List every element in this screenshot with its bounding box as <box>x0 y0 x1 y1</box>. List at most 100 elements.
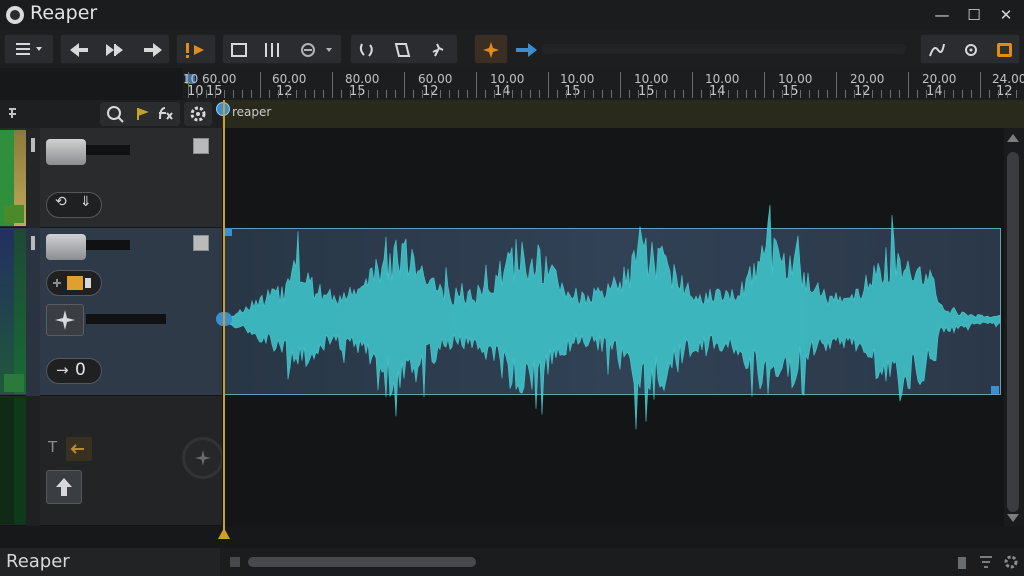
track-2-volume-knob[interactable] <box>46 234 86 260</box>
zoom-icon[interactable] <box>104 104 126 124</box>
settings-icon[interactable] <box>1002 553 1020 571</box>
track-2-meter <box>14 230 26 394</box>
ruler-tick <box>539 90 540 98</box>
playhead-line[interactable] <box>223 100 225 532</box>
window-title: Reaper <box>30 2 98 24</box>
fx-icon[interactable] <box>155 104 175 124</box>
ruler-tick <box>836 72 837 98</box>
track-1-volume-knob[interactable] <box>46 139 86 165</box>
ruler-tick <box>647 90 648 98</box>
vertical-scroll-thumb[interactable] <box>1007 152 1019 512</box>
ruler-tick <box>332 72 333 98</box>
envelope-icon[interactable] <box>926 40 948 60</box>
grid-bars-icon[interactable] <box>262 40 282 60</box>
track-2-meter-base <box>4 374 24 392</box>
record-arm-icon[interactable] <box>182 40 212 60</box>
minimize-button[interactable]: — <box>930 4 954 26</box>
ruler-tick <box>440 90 441 98</box>
ruler-tick <box>359 90 360 98</box>
ruler-tick <box>422 90 423 98</box>
run-script-icon[interactable] <box>427 40 449 60</box>
ruler-tick <box>863 90 864 98</box>
go-to-start-icon[interactable] <box>66 40 92 60</box>
menu-button[interactable] <box>4 34 54 64</box>
snap-dropdown-icon[interactable] <box>298 40 338 60</box>
track-1-meter-base <box>4 205 24 223</box>
track-2-fx-button[interactable] <box>46 270 102 296</box>
flag-icon[interactable] <box>132 104 152 124</box>
track-settings-button[interactable] <box>184 102 212 126</box>
scroll-down-icon[interactable] <box>1006 512 1020 524</box>
ruler-tick <box>215 90 216 98</box>
track-1-arm-icon[interactable] <box>28 136 38 156</box>
play-forward-icon[interactable] <box>140 40 166 60</box>
close-button[interactable]: ✕ <box>994 4 1018 26</box>
track-2-pan-button[interactable] <box>46 304 84 336</box>
marker-lane[interactable] <box>222 100 1024 128</box>
track-2-volume-slider[interactable] <box>86 240 130 250</box>
ruler-tick <box>611 90 612 98</box>
arrow-right-icon[interactable] <box>514 40 540 60</box>
ruler-tick <box>305 90 306 98</box>
track-2-pan-value-field[interactable] <box>46 358 102 384</box>
ruler-tick <box>431 90 432 98</box>
audio-waveform <box>224 204 1001 430</box>
filter-icon[interactable] <box>978 553 994 571</box>
ruler-tick <box>521 90 522 98</box>
track-2-pan-value: 0 <box>75 360 86 380</box>
track-3-up-button[interactable] <box>46 470 82 504</box>
ruler-tick <box>206 90 207 98</box>
timeline-ruler[interactable] <box>183 68 1024 100</box>
ruler-bottom-label: 14 <box>709 84 726 99</box>
track-2-sparkle-icon <box>55 310 75 330</box>
track-3-knob-icon <box>195 450 211 466</box>
square-select-icon[interactable] <box>229 40 249 60</box>
track-1-checkbox[interactable] <box>193 138 209 154</box>
fullscreen-icon[interactable] <box>994 40 1016 60</box>
ruler-tick <box>269 90 270 98</box>
ruler-tick <box>602 90 603 98</box>
track-1-volume-slider[interactable] <box>86 145 130 155</box>
ruler-tick <box>773 90 774 98</box>
hamburger-icon <box>16 43 42 55</box>
ruler-tick <box>287 90 288 98</box>
pin-icon[interactable] <box>6 106 20 122</box>
trash-icon[interactable] <box>954 553 970 571</box>
ruler-tick <box>692 72 693 98</box>
ruler-tick <box>800 90 801 98</box>
ruler-tick <box>368 90 369 98</box>
ruler-tick <box>575 90 576 98</box>
horizontal-scroll-thumb[interactable] <box>248 557 476 567</box>
ruler-tick <box>557 90 558 98</box>
ruler-tick <box>548 72 549 98</box>
loop-icon[interactable] <box>356 40 378 60</box>
track-3-flag-button[interactable] <box>66 437 92 461</box>
track-1-io-label-b: ⇓ <box>80 194 92 210</box>
track-3-pan-knob[interactable] <box>182 437 224 479</box>
playhead-triangle-icon[interactable] <box>217 526 231 540</box>
track-2-pan-slider[interactable] <box>86 314 166 324</box>
hscroll-left-button[interactable] <box>230 557 240 567</box>
ruler-tick <box>962 90 963 98</box>
ruler-tick <box>710 90 711 98</box>
maximize-button[interactable]: ☐ <box>962 4 986 26</box>
ruler-tick <box>998 90 999 98</box>
ruler-tick <box>476 72 477 98</box>
rewind-icon[interactable] <box>103 40 129 60</box>
track-3-up-arrow-icon <box>56 478 72 496</box>
settings-gear-icon[interactable] <box>960 40 982 60</box>
ruler-tick <box>782 90 783 98</box>
track-2-checkbox[interactable] <box>193 235 209 251</box>
status-text: Reaper <box>6 551 70 572</box>
marker-label: reaper <box>232 105 272 119</box>
ruler-tick <box>386 90 387 98</box>
track-2-arm-icon[interactable] <box>28 234 38 254</box>
ruler-tick <box>809 90 810 98</box>
track-2-fx-icon <box>53 276 91 290</box>
scroll-up-icon[interactable] <box>1006 132 1020 144</box>
ruler-tick <box>296 90 297 98</box>
position-track[interactable] <box>542 44 906 54</box>
ruler-tick <box>728 90 729 98</box>
metronome-icon[interactable] <box>391 40 413 60</box>
ruler-tick <box>683 90 684 98</box>
